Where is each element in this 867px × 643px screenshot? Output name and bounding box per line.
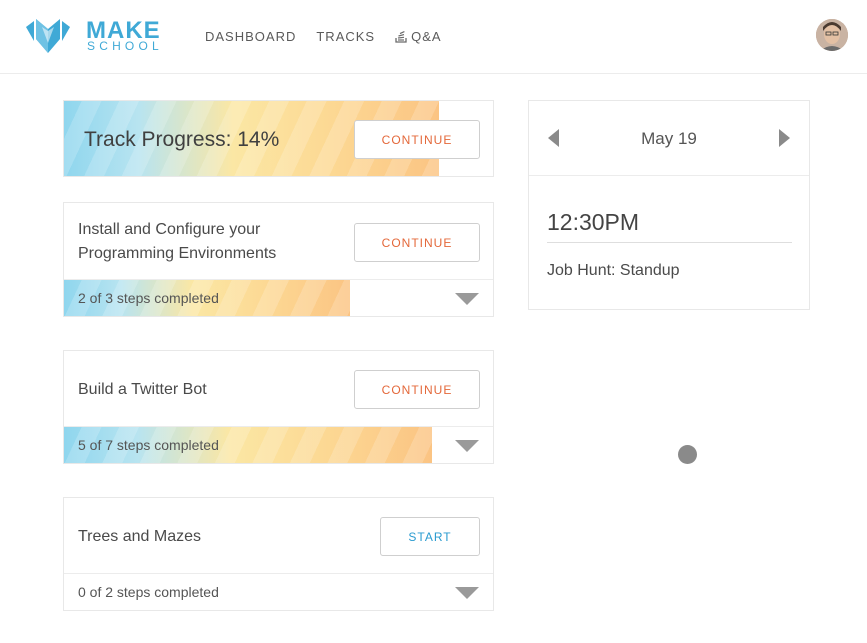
- lesson-steps-row: 0 of 2 steps completed: [64, 573, 493, 610]
- nav-qa-label: Q&A: [411, 29, 442, 44]
- lesson-steps-text: 5 of 7 steps completed: [78, 437, 219, 453]
- top-navbar: MAKE SCHOOL DASHBOARD TRACKS Q&A: [0, 0, 867, 74]
- lesson-title-line1: Install and Configure your: [78, 221, 261, 238]
- event-title[interactable]: Job Hunt: Standup: [547, 262, 680, 280]
- lesson-steps-row: 5 of 7 steps completed: [64, 426, 493, 463]
- lesson-steps-row: 2 of 3 steps completed: [64, 279, 493, 316]
- event-divider: [547, 242, 792, 243]
- make-school-logo-icon: [26, 19, 70, 53]
- logo-school-text: SCHOOL: [87, 39, 163, 53]
- calendar-widget: May 19 12:30PM Job Hunt: Standup: [528, 100, 810, 310]
- track-continue-button[interactable]: CONTINUE: [354, 120, 480, 159]
- track-progress-title: Track Progress: 14%: [84, 128, 280, 151]
- expand-chevron-icon[interactable]: [455, 440, 479, 452]
- stack-icon: [395, 31, 407, 43]
- track-progress-card: Track Progress: 14% CONTINUE: [63, 100, 494, 177]
- lesson-continue-button[interactable]: CONTINUE: [354, 370, 480, 409]
- next-arrow-icon[interactable]: [779, 129, 790, 147]
- lesson-card-install: Install and Configure your Programming E…: [63, 202, 494, 317]
- nav-dashboard[interactable]: DASHBOARD: [205, 29, 296, 44]
- nav-tracks[interactable]: TRACKS: [316, 29, 375, 44]
- lesson-steps-text: 0 of 2 steps completed: [78, 584, 219, 600]
- nav-qa[interactable]: Q&A: [395, 29, 441, 44]
- lesson-continue-button[interactable]: CONTINUE: [354, 223, 480, 262]
- main-nav: DASHBOARD TRACKS Q&A: [205, 29, 442, 44]
- lesson-card-trees-mazes: Trees and Mazes START 0 of 2 steps compl…: [63, 497, 494, 611]
- event-time: 12:30PM: [547, 209, 640, 235]
- make-school-logo[interactable]: MAKE SCHOOL: [24, 16, 174, 56]
- lesson-start-button[interactable]: START: [380, 517, 480, 556]
- expand-chevron-icon[interactable]: [455, 293, 479, 305]
- expand-chevron-icon[interactable]: [455, 587, 479, 599]
- lesson-steps-text: 2 of 3 steps completed: [78, 290, 219, 306]
- lesson-title-line2: Programming Environments: [78, 245, 277, 262]
- user-avatar-image: [816, 19, 848, 51]
- calendar-header: May 19: [529, 101, 809, 176]
- user-avatar[interactable]: [816, 19, 848, 51]
- calendar-date: May 19: [641, 129, 697, 148]
- lesson-title: Trees and Mazes: [78, 528, 202, 545]
- lesson-title: Build a Twitter Bot: [78, 381, 207, 398]
- lesson-card-twitter-bot: Build a Twitter Bot CONTINUE 5 of 7 step…: [63, 350, 494, 464]
- cursor-indicator: [678, 445, 697, 464]
